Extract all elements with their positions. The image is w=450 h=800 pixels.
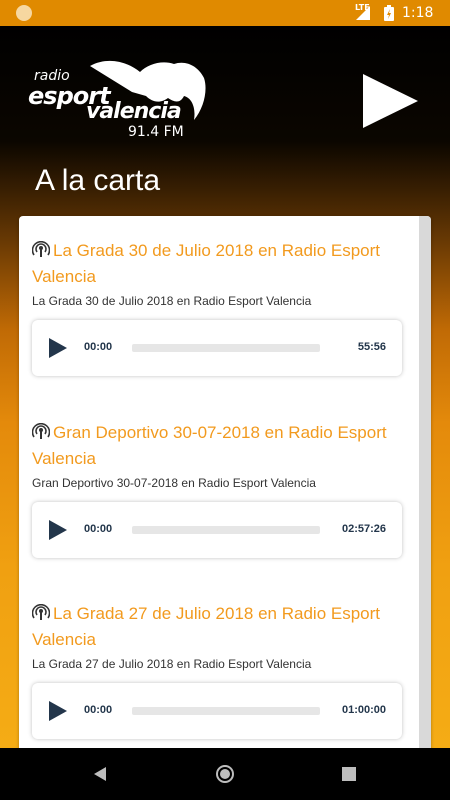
battery-icon: [384, 5, 394, 21]
clock: 1:18: [402, 5, 434, 21]
list-item: Gran Deportivo 30-07-2018 en Radio Espor…: [32, 420, 412, 558]
status-bar: LTE 1:18: [0, 0, 450, 26]
episode-description: La Grada 27 de Julio 2018 en Radio Espor…: [32, 657, 312, 671]
svg-text:91.4 FM: 91.4 FM: [128, 124, 184, 140]
system-nav-bar: [0, 748, 450, 800]
notification-icon: [16, 5, 32, 21]
audio-player: 00:00 55:56: [32, 320, 402, 376]
progress-slider[interactable]: [132, 707, 320, 715]
podcast-icon: [32, 604, 50, 620]
recents-icon[interactable]: [342, 767, 356, 781]
list-item: La Grada 30 de Julio 2018 en Radio Espor…: [32, 238, 412, 376]
current-time: 00:00: [84, 704, 113, 716]
svg-text:valencia: valencia: [86, 99, 181, 124]
list-item: La Grada 27 de Julio 2018 en Radio Espor…: [32, 601, 412, 739]
current-time: 00:00: [84, 523, 113, 535]
play-icon[interactable]: [48, 337, 68, 359]
play-icon[interactable]: [48, 700, 68, 722]
episode-title-link[interactable]: Gran Deportivo 30-07-2018 en Radio Espor…: [32, 420, 412, 472]
play-icon[interactable]: [360, 72, 420, 130]
audio-player: 00:00 01:00:00: [32, 683, 402, 739]
current-time: 00:00: [84, 341, 113, 353]
progress-slider[interactable]: [132, 344, 320, 352]
podcast-icon: [32, 241, 50, 257]
page-title: A la carta: [35, 164, 161, 197]
progress-slider[interactable]: [132, 526, 320, 534]
duration: 55:56: [357, 341, 386, 353]
duration: 02:57:26: [341, 523, 386, 535]
play-icon[interactable]: [48, 519, 68, 541]
back-icon[interactable]: [93, 766, 107, 782]
podcast-icon: [32, 423, 50, 439]
home-icon[interactable]: [215, 764, 235, 784]
audio-player: 00:00 02:57:26: [32, 502, 402, 558]
episode-title-link[interactable]: La Grada 30 de Julio 2018 en Radio Espor…: [32, 238, 412, 290]
signal-icon: [356, 6, 370, 20]
episode-title-link[interactable]: La Grada 27 de Julio 2018 en Radio Espor…: [32, 601, 412, 653]
episode-list[interactable]: La Grada 30 de Julio 2018 en Radio Espor…: [19, 216, 431, 756]
episode-description: Gran Deportivo 30-07-2018 en Radio Espor…: [32, 476, 316, 490]
duration: 01:00:00: [341, 704, 386, 716]
scrollbar[interactable]: [419, 216, 431, 756]
episode-description: La Grada 30 de Julio 2018 en Radio Espor…: [32, 294, 312, 308]
station-logo: radio esport valencia 91.4 FM: [28, 60, 206, 140]
